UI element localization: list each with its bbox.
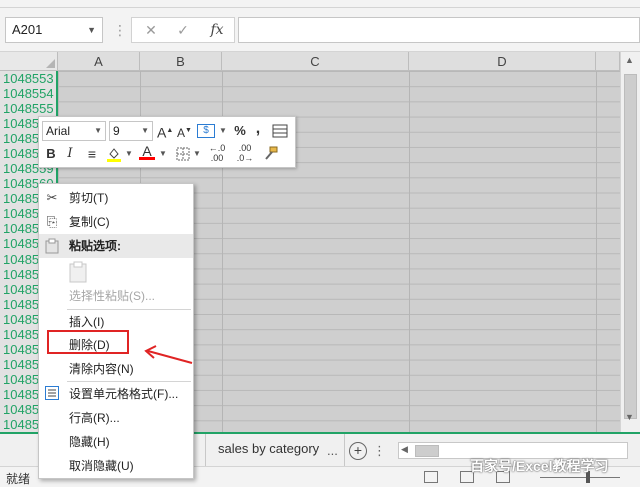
row-header[interactable]: 1048553 — [0, 71, 56, 86]
increase-decimal-icon[interactable]: ←.0.00 — [205, 143, 229, 163]
tab-split-handle[interactable]: ⋮ — [373, 443, 387, 459]
sheet-tab-active[interactable]: sales by category — [205, 434, 345, 466]
formula-bar: A201 ▼ ⋮ ✕ ✓ fx — [0, 8, 640, 52]
format-painter-table-icon[interactable] — [271, 121, 289, 141]
annotation-highlight-box — [47, 330, 129, 354]
menu-item-label: 插入(I) — [69, 315, 105, 329]
column-header-c[interactable]: C — [222, 52, 409, 71]
name-box[interactable]: A201 ▼ — [5, 17, 103, 43]
cancel-icon[interactable]: ✕ — [136, 18, 166, 42]
menu-paste-options-header: 粘贴选项: — [39, 234, 193, 258]
scissors-icon: ✂ — [46, 190, 58, 205]
formula-input[interactable] — [238, 17, 640, 43]
vertical-scroll-thumb[interactable] — [624, 74, 637, 419]
mini-toolbar: Arial ▼ 9 ▼ A▲ A▼ $ ▼ % , B I ≡ ▼ A ▼ ▼ … — [38, 116, 296, 168]
scroll-up-icon[interactable]: ▲ — [625, 55, 634, 65]
select-all-corner[interactable] — [0, 52, 58, 71]
bold-button[interactable]: B — [43, 144, 59, 164]
watermark: 百家号/Excel教程学习 — [470, 458, 609, 474]
menu-item-hide[interactable]: 隐藏(H) — [39, 430, 193, 454]
chevron-down-icon[interactable]: ▼ — [219, 121, 227, 141]
menu-item-label: 剪切(T) — [69, 191, 109, 205]
vertical-scrollbar[interactable]: ▲ ▼ — [620, 52, 640, 444]
zoom-slider[interactable] — [540, 477, 620, 478]
menu-item-label: 行高(R)... — [69, 411, 120, 425]
formula-bar-separator: ⋮ — [113, 22, 127, 38]
ribbon-edge — [0, 0, 640, 8]
scroll-left-icon[interactable]: ◀ — [401, 444, 408, 455]
number-format-icon[interactable]: $ — [197, 124, 215, 138]
chevron-down-icon[interactable]: ▼ — [159, 144, 167, 164]
menu-item-format-cells[interactable]: 设置单元格格式(F)... — [39, 382, 193, 406]
chevron-down-icon[interactable]: ▼ — [193, 144, 201, 164]
menu-item-label: 取消隐藏(U) — [69, 459, 134, 473]
font-size-value: 9 — [113, 124, 120, 138]
borders-icon[interactable] — [175, 144, 191, 164]
annotation-arrow-icon — [144, 345, 193, 364]
comma-style-icon[interactable]: , — [253, 119, 263, 139]
menu-item-row-height[interactable]: 行高(R)... — [39, 406, 193, 430]
paste-option-icon[interactable] — [67, 260, 91, 286]
decrease-font-icon[interactable]: A▼ — [177, 121, 192, 141]
chevron-down-icon[interactable]: ▼ — [94, 122, 102, 140]
align-center-icon[interactable]: ≡ — [83, 144, 101, 164]
add-sheet-icon[interactable]: + — [349, 442, 367, 460]
column-header-b[interactable]: B — [140, 52, 222, 71]
menu-item-paste-special: 选择性粘贴(S)... — [39, 284, 193, 308]
menu-item-label: 复制(C) — [69, 215, 110, 229]
menu-item-cut[interactable]: ✂ 剪切(T) — [39, 186, 193, 210]
insert-function-icon[interactable]: fx — [202, 18, 232, 42]
row-header[interactable]: 1048554 — [0, 86, 56, 101]
menu-item-label: 清除内容(N) — [69, 362, 134, 376]
chevron-down-icon[interactable]: ▼ — [141, 122, 149, 140]
name-box-value: A201 — [12, 22, 43, 37]
font-size-select[interactable]: 9 ▼ — [109, 121, 153, 141]
more-sheets[interactable]: ... — [327, 443, 338, 458]
horizontal-scroll-thumb[interactable] — [415, 445, 439, 457]
menu-item-unhide[interactable]: 取消隐藏(U) — [39, 454, 193, 478]
formula-buttons: ✕ ✓ fx — [131, 17, 235, 43]
menu-item-label: 设置单元格格式(F)... — [69, 387, 179, 401]
scroll-down-icon[interactable]: ▼ — [625, 412, 634, 422]
column-header-a[interactable]: A — [58, 52, 140, 71]
menu-item-label: 隐藏(H) — [69, 435, 110, 449]
fill-color-icon[interactable] — [105, 144, 123, 164]
italic-button[interactable]: I — [63, 144, 77, 164]
format-cells-icon — [44, 386, 60, 402]
menu-item-copy[interactable]: ⎘ 复制(C) — [39, 210, 193, 234]
chevron-down-icon[interactable]: ▼ — [87, 18, 96, 42]
status-text: 就绪 — [6, 472, 31, 486]
column-header-d[interactable]: D — [409, 52, 596, 71]
format-painter-icon[interactable] — [261, 144, 279, 164]
decrease-decimal-icon[interactable]: .00.0→ — [233, 143, 257, 163]
paste-icon — [44, 238, 60, 254]
enter-check-icon[interactable]: ✓ — [168, 18, 198, 42]
font-name-value: Arial — [46, 124, 71, 138]
increase-font-icon[interactable]: A▲ — [157, 121, 173, 141]
normal-view-icon[interactable] — [424, 471, 438, 483]
font-color-icon[interactable]: A — [139, 142, 155, 160]
column-header-e[interactable] — [596, 52, 620, 71]
font-name-select[interactable]: Arial ▼ — [42, 121, 106, 141]
copy-icon: ⎘ — [46, 214, 58, 229]
menu-item-label: 粘贴选项: — [69, 239, 121, 253]
row-header[interactable]: 1048555 — [0, 101, 56, 116]
chevron-down-icon[interactable]: ▼ — [125, 144, 133, 164]
percent-style-icon[interactable]: % — [233, 121, 247, 141]
menu-item-label: 选择性粘贴(S)... — [69, 289, 155, 303]
